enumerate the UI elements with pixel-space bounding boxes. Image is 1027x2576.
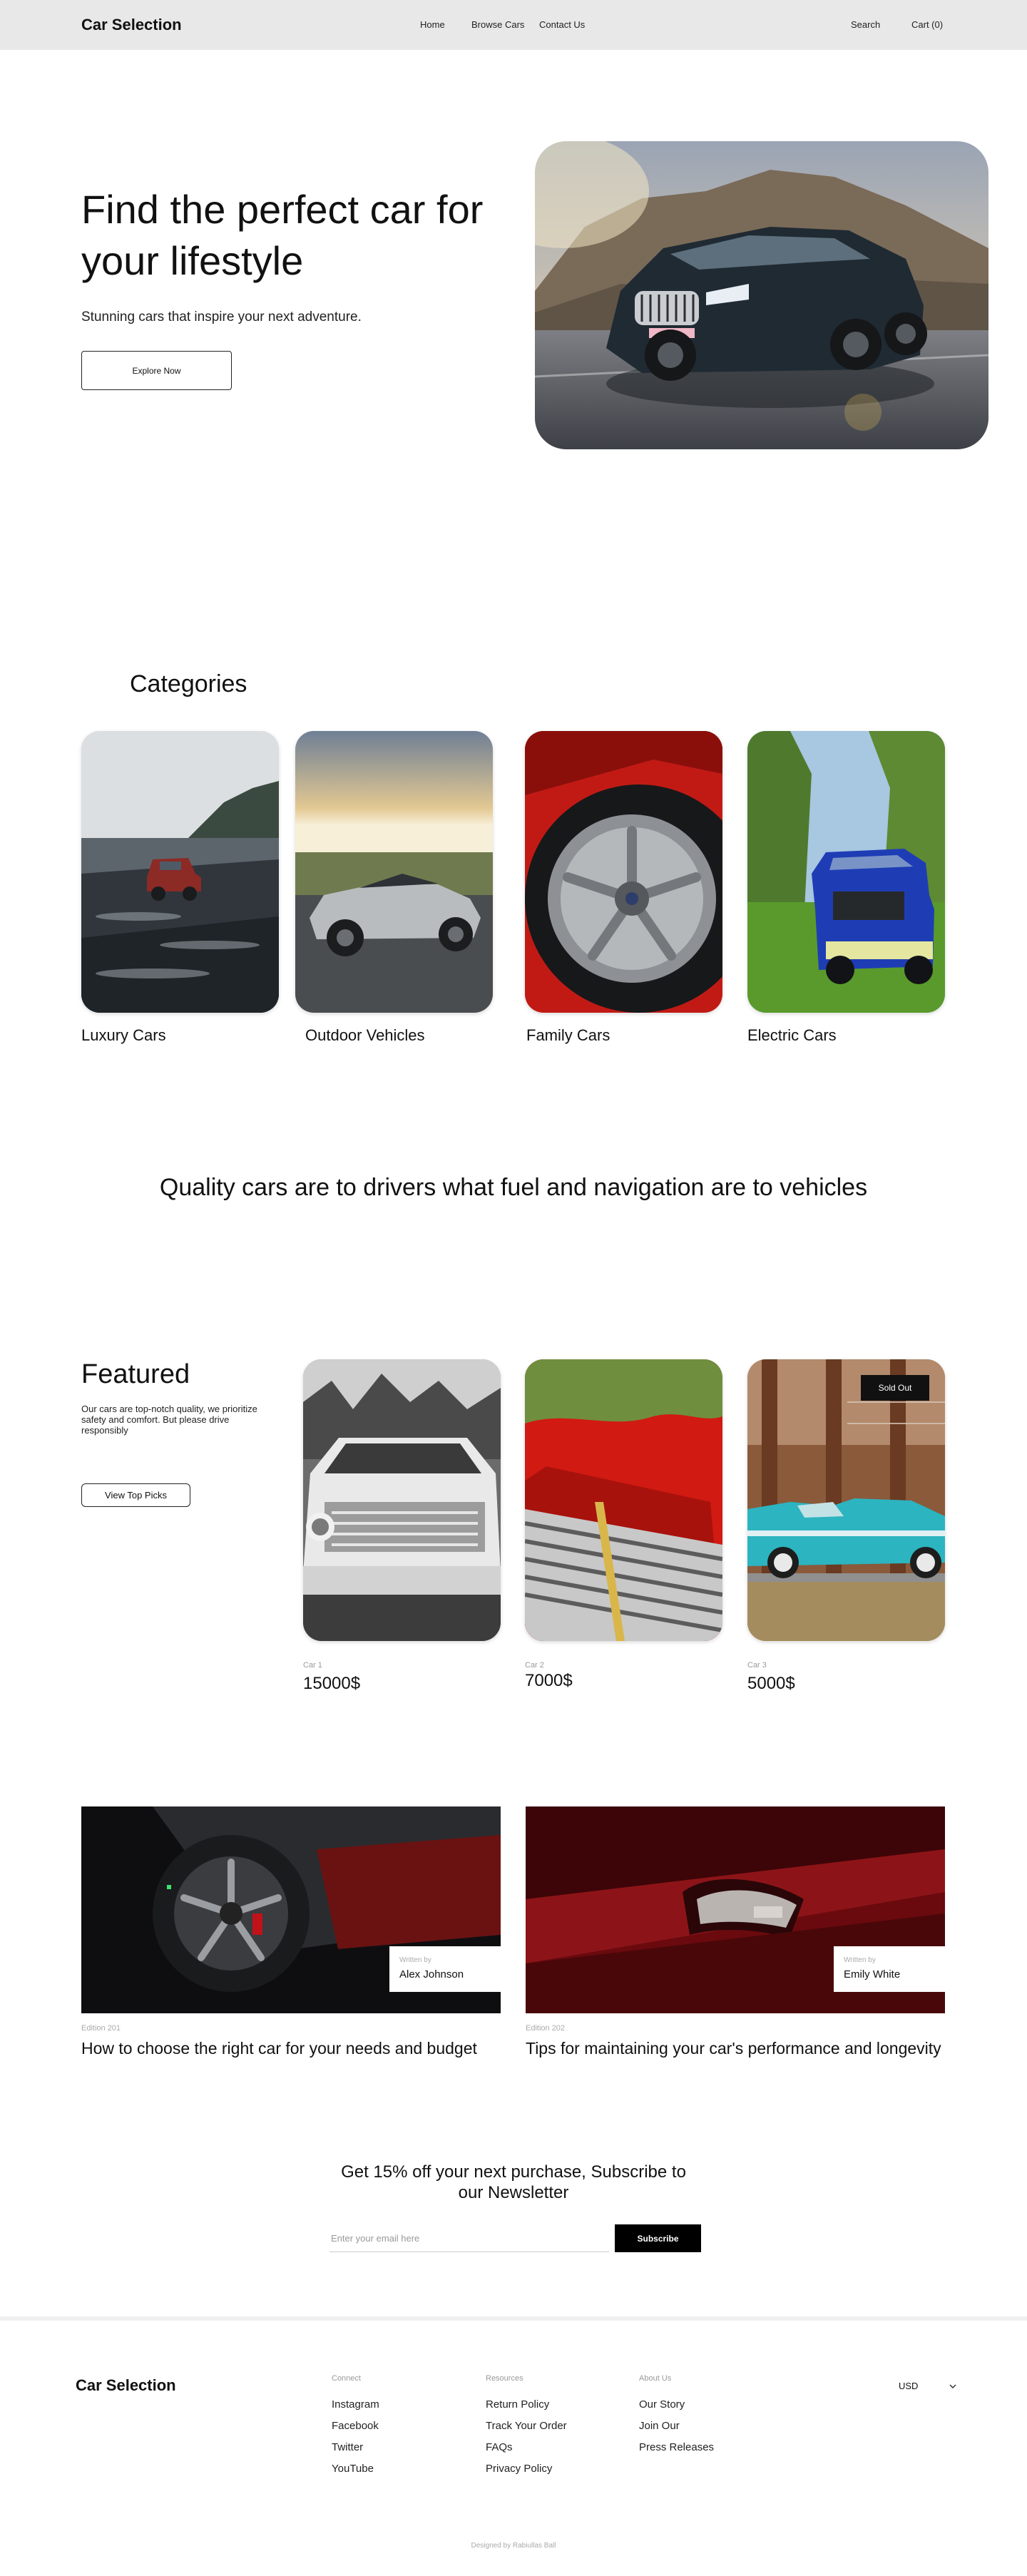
designer-credit: Designed by Rabiullas Ball (471, 2542, 556, 2550)
categories-title: Categories (130, 670, 247, 697)
written-by-label: Written by (399, 1956, 431, 1964)
category-card-luxury[interactable] (81, 731, 279, 1013)
footer-link-instagram[interactable]: Instagram (332, 2398, 379, 2411)
nav-browse-cars[interactable]: Browse Cars (471, 19, 524, 30)
footer-link-press-releases[interactable]: Press Releases (639, 2441, 714, 2453)
author-card-2: Written by Emily White (834, 1946, 945, 1992)
newsletter-title: Get 15% off your next purchase, Subscrib… (341, 2162, 686, 2202)
blog-image-2[interactable]: Written by Emily White (526, 1806, 945, 2013)
footer-link-faqs[interactable]: FAQs (486, 2441, 513, 2453)
category-label-electric: Electric Cars (747, 1026, 837, 1044)
category-label-luxury: Luxury Cars (81, 1026, 166, 1044)
view-top-picks-button[interactable]: View Top Picks (81, 1483, 190, 1507)
site-header: Car Selection Home Browse Cars Contact U… (0, 0, 1027, 50)
featured-price-car-3: 5000$ (747, 1674, 795, 1693)
blog-title-1[interactable]: How to choose the right car for your nee… (81, 2038, 501, 2058)
featured-price-car-1: 15000$ (303, 1674, 361, 1693)
footer-link-facebook[interactable]: Facebook (332, 2420, 379, 2432)
author-card-1: Written by Alex Johnson (389, 1946, 501, 1992)
cart-link[interactable]: Cart (0) (911, 19, 943, 30)
nav-contact-us[interactable]: Contact Us (539, 19, 585, 30)
featured-title: Featured (81, 1359, 190, 1389)
category-label-family: Family Cars (526, 1026, 610, 1044)
footer-heading-connect: Connect (332, 2374, 361, 2383)
featured-name-car-3: Car 3 (747, 1661, 767, 1670)
featured-price-car-2: 7000$ (525, 1671, 573, 1690)
written-by-label: Written by (844, 1956, 876, 1964)
blog-edition-1: Edition 201 (81, 2024, 121, 2033)
footer-link-youtube[interactable]: YouTube (332, 2463, 374, 2475)
footer-link-track-order[interactable]: Track Your Order (486, 2420, 567, 2432)
footer-link-twitter[interactable]: Twitter (332, 2441, 363, 2453)
blog-image-1[interactable]: Written by Alex Johnson (81, 1806, 501, 2013)
footer-link-join-our[interactable]: Join Our (639, 2420, 680, 2432)
footer-heading-resources: Resources (486, 2374, 523, 2383)
subscribe-button[interactable]: Subscribe (615, 2224, 701, 2252)
email-input[interactable] (329, 2225, 609, 2252)
nav-home[interactable]: Home (420, 19, 445, 30)
category-card-electric[interactable] (747, 731, 945, 1013)
blog-edition-2: Edition 202 (526, 2024, 566, 2033)
hero-image (535, 141, 988, 449)
featured-card-car-2[interactable] (525, 1359, 722, 1641)
category-card-outdoor[interactable] (295, 731, 493, 1013)
blog-title-2[interactable]: Tips for maintaining your car's performa… (526, 2038, 945, 2058)
author-name-2: Emily White (844, 1968, 901, 1980)
footer-divider (0, 2316, 1027, 2321)
footer-link-our-story[interactable]: Our Story (639, 2398, 685, 2411)
author-name-1: Alex Johnson (399, 1968, 464, 1980)
currency-value: USD (899, 2381, 919, 2391)
hero-subtitle: Stunning cars that inspire your next adv… (81, 310, 362, 324)
search-link[interactable]: Search (851, 19, 880, 30)
category-card-family[interactable] (525, 731, 722, 1013)
category-label-outdoor: Outdoor Vehicles (305, 1026, 425, 1044)
explore-now-button[interactable]: Explore Now (81, 351, 232, 390)
footer-link-privacy-policy[interactable]: Privacy Policy (486, 2463, 552, 2475)
brand-logo[interactable]: Car Selection (81, 16, 182, 34)
featured-card-car-1[interactable] (303, 1359, 501, 1641)
hero-title: Find the perfect car for your lifestyle (81, 187, 484, 283)
sold-out-badge: Sold Out (861, 1375, 929, 1401)
currency-selector[interactable]: USD (899, 2381, 956, 2391)
featured-name-car-1: Car 1 (303, 1661, 322, 1670)
featured-name-car-2: Car 2 (525, 1661, 544, 1670)
chevron-down-icon (949, 2381, 956, 2391)
brand-quote: Quality cars are to drivers what fuel an… (159, 1174, 868, 1201)
featured-description: Our cars are top-notch quality, we prior… (81, 1404, 257, 1436)
featured-card-car-3[interactable]: Sold Out (747, 1359, 945, 1641)
footer-heading-about: About Us (639, 2374, 672, 2383)
footer-link-return-policy[interactable]: Return Policy (486, 2398, 549, 2411)
footer-brand[interactable]: Car Selection (76, 2376, 176, 2395)
